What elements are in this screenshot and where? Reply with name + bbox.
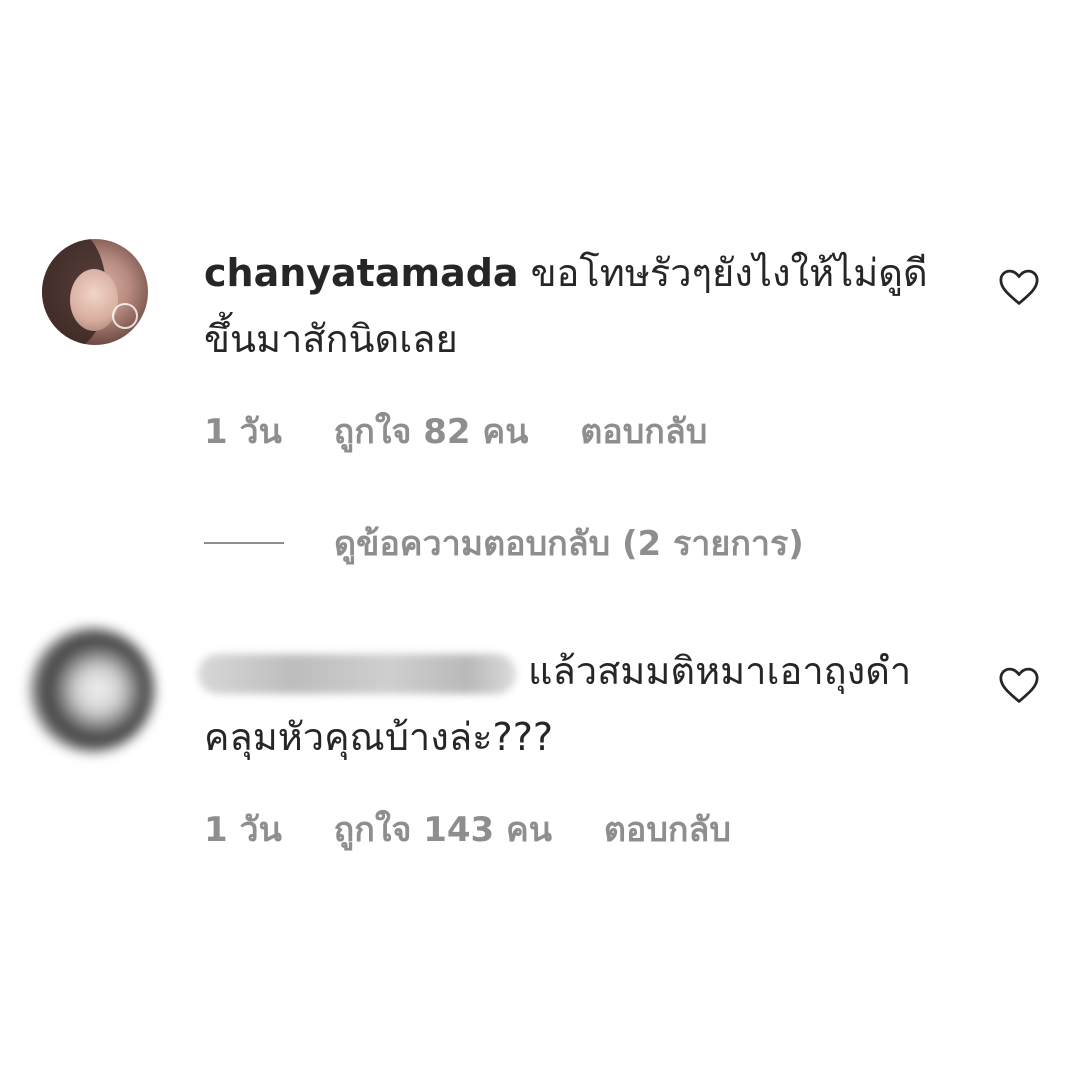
comment-body: chanyatamada ขอโทษรัวๆยังไงให้ไม่ดูดีขึ้น…: [204, 240, 964, 372]
avatar-earring: [112, 303, 138, 329]
reply-button[interactable]: ตอบกลับ: [604, 810, 731, 850]
avatar-face: [70, 269, 118, 331]
reply-button[interactable]: ตอบกลับ: [580, 412, 707, 452]
view-replies-button[interactable]: ดูข้อความตอบกลับ (2 รายการ): [204, 516, 804, 570]
view-replies-label: ดูข้อความตอบกลับ (2 รายการ): [334, 524, 804, 564]
comment-username-blurred[interactable]: [198, 653, 516, 694]
heart-outline-icon[interactable]: [998, 666, 1040, 704]
avatar[interactable]: [42, 239, 148, 345]
comment-meta: 1 วัน ถูกใจ 82 คน ตอบกลับ: [204, 404, 747, 458]
comment-likes[interactable]: ถูกใจ 143 คน: [334, 810, 552, 850]
comment-meta: 1 วัน ถูกใจ 143 คน ตอบกลับ: [204, 802, 771, 856]
comment-time: 1 วัน: [204, 810, 282, 850]
comment-likes[interactable]: ถูกใจ 82 คน: [334, 412, 529, 452]
comment-body: แล้วสมมติหมาเอาถุงดำคลุมหัวคุณบ้างล่ะ???: [198, 638, 964, 770]
heart-outline-icon[interactable]: [998, 268, 1040, 306]
comment-username[interactable]: chanyatamada: [204, 251, 519, 295]
replies-divider-line: [204, 542, 284, 544]
comment-time: 1 วัน: [204, 412, 282, 452]
avatar-blurred[interactable]: [30, 628, 154, 752]
